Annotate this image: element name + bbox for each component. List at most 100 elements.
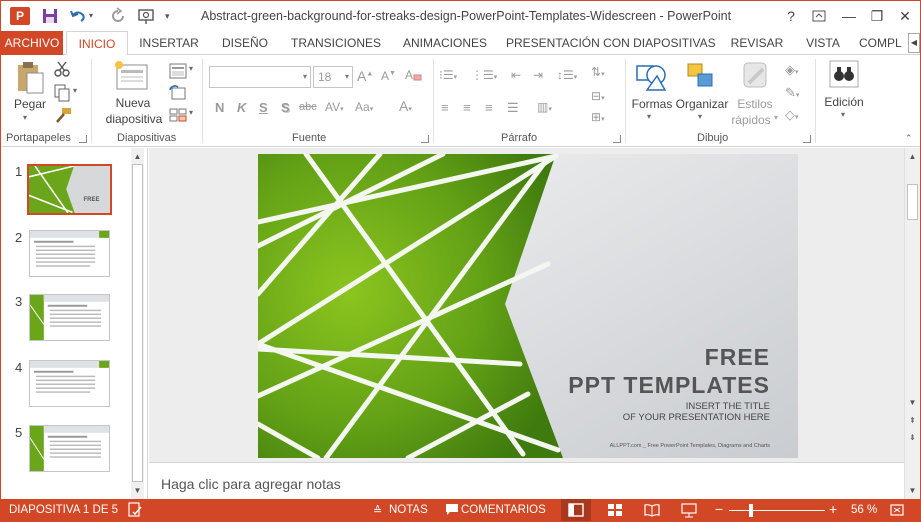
layout-dropdown-icon[interactable]: ▾ [189, 64, 193, 73]
scroll-down-icon[interactable]: ▼ [906, 396, 919, 409]
ribbon-options-icon[interactable] [809, 6, 829, 26]
justify-icon[interactable]: ☰ [507, 100, 519, 116]
zoom-slider-track[interactable] [729, 510, 825, 511]
close-button[interactable]: ✕ [895, 6, 915, 26]
section-icon[interactable] [169, 107, 187, 128]
shape-fill-icon[interactable]: ◈▾ [785, 62, 799, 78]
underline-button[interactable]: S [259, 100, 268, 115]
text-direction-icon[interactable]: ⇅▾ [591, 65, 605, 79]
font-launcher-icon[interactable] [421, 135, 429, 143]
decrease-indent-icon[interactable]: ⇤ [511, 68, 521, 82]
redo-icon[interactable] [109, 7, 127, 25]
shape-outline-icon[interactable]: ✎▾ [785, 85, 799, 101]
previous-slide-icon[interactable]: ⇞ [906, 414, 919, 427]
scroll-down-icon[interactable]: ▼ [131, 484, 144, 497]
paste-icon[interactable] [15, 61, 45, 100]
slide-subtitle-line-2[interactable]: OF YOUR PRESENTATION HERE [623, 412, 770, 423]
notes-icon[interactable]: ≙ [373, 504, 382, 517]
arrange-label[interactable]: Organizar [675, 97, 729, 111]
find-binoculars-icon[interactable] [829, 60, 859, 93]
slide-title-line-1[interactable]: FREE [705, 344, 770, 371]
shapes-dropdown-icon[interactable]: ▾ [647, 112, 651, 121]
italic-button[interactable]: K [237, 100, 246, 115]
current-slide[interactable]: FREE PPT TEMPLATES INSERT THE TITLE OF Y… [258, 154, 798, 458]
tab-diseno[interactable]: DISEÑO [217, 31, 273, 55]
scrollbar-thumb[interactable] [907, 184, 918, 220]
scroll-up-icon[interactable]: ▲ [906, 150, 919, 163]
slide-thumbnail-3[interactable] [29, 294, 110, 341]
section-dropdown-icon[interactable]: ▾ [189, 108, 193, 117]
copy-dropdown-icon[interactable]: ▾ [73, 86, 77, 95]
zoom-slider-handle[interactable] [749, 504, 753, 517]
reset-slide-icon[interactable] [169, 85, 187, 106]
shapes-label[interactable]: Formas [631, 97, 673, 111]
slide-sorter-view-icon[interactable] [607, 502, 623, 521]
align-right-icon[interactable]: ≡ [485, 100, 493, 115]
comments-icon[interactable] [445, 502, 459, 519]
tab-presentacion[interactable]: PRESENTACIÓN CON DIAPOSITIVAS [506, 31, 716, 55]
tab-vista[interactable]: VISTA [800, 31, 846, 55]
align-left-icon[interactable]: ≡ [441, 100, 449, 115]
strikethrough-button[interactable]: abc [299, 101, 317, 113]
undo-dropdown-icon[interactable]: ▾ [89, 7, 99, 25]
scrollbar-thumb[interactable] [132, 164, 143, 482]
columns-icon[interactable]: ▥▾ [537, 100, 552, 114]
next-slide-icon[interactable]: ⇟ [906, 431, 919, 444]
editing-dropdown-icon[interactable]: ▾ [841, 110, 845, 119]
slide-subtitle-line-1[interactable]: INSERT THE TITLE [686, 401, 770, 412]
notes-pane[interactable]: Haga clic para agregar notas [149, 462, 904, 499]
thumbnail-scrollbar[interactable]: ▲ ▼ [131, 148, 144, 499]
new-slide-label-2[interactable]: diapositiva [99, 112, 169, 126]
tab-insertar[interactable]: INSERTAR [136, 31, 202, 55]
clipboard-launcher-icon[interactable] [79, 135, 87, 143]
slide-title-line-2[interactable]: PPT TEMPLATES [568, 372, 770, 399]
slide-thumbnail-4[interactable] [29, 360, 110, 407]
smartart-icon[interactable]: ⊞▾ [591, 110, 605, 124]
fit-to-window-icon[interactable] [889, 502, 905, 521]
powerpoint-logo-icon[interactable]: P [10, 7, 30, 25]
tab-inicio[interactable]: INICIO [66, 31, 128, 56]
bullets-icon[interactable]: ⁝☰▾ [439, 68, 457, 82]
increase-indent-icon[interactable]: ⇥ [533, 68, 543, 82]
save-icon[interactable] [41, 7, 59, 25]
scroll-up-icon[interactable]: ▲ [131, 150, 144, 163]
arrange-dropdown-icon[interactable]: ▾ [698, 112, 702, 121]
cut-icon[interactable] [53, 60, 71, 83]
notes-placeholder[interactable]: Haga clic para agregar notas [161, 476, 341, 492]
undo-icon[interactable] [69, 7, 87, 25]
clear-format-icon[interactable]: A [404, 67, 422, 86]
quick-styles-label-2[interactable]: rápidos [729, 113, 773, 127]
font-size-combo[interactable]: 18 ▾ [313, 66, 353, 88]
tab-complementos[interactable]: COMPL [859, 31, 909, 55]
char-spacing-icon[interactable]: AV▾ [325, 100, 344, 114]
shadow-button[interactable]: S [281, 100, 290, 115]
font-color-icon[interactable]: A▾ [399, 98, 412, 114]
zoom-in-button[interactable]: + [829, 501, 837, 517]
shape-effects-icon[interactable]: ◇▾ [785, 107, 799, 123]
paste-dropdown-icon[interactable]: ▾ [23, 113, 27, 122]
reading-view-icon[interactable] [644, 502, 660, 521]
editing-label[interactable]: Edición [821, 95, 867, 109]
tab-archivo[interactable]: ARCHIVO [1, 31, 63, 55]
slideshow-view-icon[interactable] [681, 502, 697, 521]
quick-styles-dropdown-icon[interactable]: ▾ [774, 113, 778, 122]
zoom-out-button[interactable]: − [715, 501, 723, 517]
start-slideshow-icon[interactable] [137, 7, 155, 25]
tab-revisar[interactable]: REVISAR [727, 31, 787, 55]
customize-toolbar-icon[interactable]: ▾ [165, 7, 175, 25]
notes-button[interactable]: NOTAS [389, 504, 428, 516]
paragraph-launcher-icon[interactable] [613, 135, 621, 143]
increase-font-icon[interactable]: A▲ [357, 68, 373, 84]
quick-styles-icon[interactable] [741, 59, 771, 98]
new-slide-label-1[interactable]: Nueva [111, 96, 155, 110]
layout-icon[interactable] [169, 63, 187, 84]
minimize-button[interactable]: — [839, 6, 859, 26]
paste-label[interactable]: Pegar [13, 97, 47, 111]
decrease-font-icon[interactable]: A▼ [381, 69, 396, 83]
shapes-icon[interactable] [635, 60, 669, 99]
restore-button[interactable]: ❐ [867, 6, 887, 26]
change-case-icon[interactable]: Aa▾ [355, 100, 373, 114]
arrange-icon[interactable] [686, 60, 716, 97]
tab-scroll-right-icon[interactable]: ◀ [908, 33, 920, 53]
line-spacing-icon[interactable]: ↕☰▾ [557, 68, 577, 82]
